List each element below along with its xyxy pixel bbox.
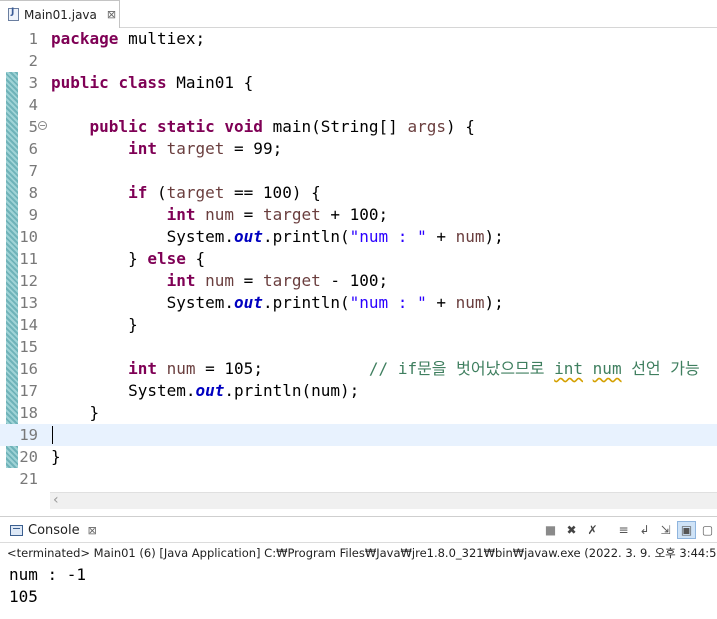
code-editor[interactable]: J Main01.java ⊠ 1 package multiex; 2 3 p… (0, 0, 717, 512)
code-line: 2 (0, 50, 717, 72)
line-number: 1 (28, 30, 38, 48)
horizontal-scrollbar[interactable]: ‹ (50, 492, 717, 509)
code-text: int target = 99; (128, 139, 283, 158)
console-tab-label: Console (28, 522, 80, 538)
pin-console-icon[interactable]: ⇲ (656, 521, 675, 539)
code-line: 17 System.out.println(num); (0, 380, 717, 402)
code-text: } (89, 403, 100, 422)
code-line: 8 if (target == 100) { (0, 182, 717, 204)
code-line: 1 package multiex; (0, 28, 717, 50)
code-line: 20 } (0, 446, 717, 468)
code-text: } else { (128, 249, 206, 268)
code-text: int num = target + 100; (166, 205, 389, 224)
line-number: 5 (28, 118, 38, 136)
remove-all-terminated-icon[interactable]: ✗ (583, 521, 602, 539)
line-number: 4 (28, 96, 38, 114)
code-text: System.out.println(num); (128, 381, 360, 400)
code-line: 10 System.out.println("num : " + num); (0, 226, 717, 248)
code-line-current: 19 (0, 424, 717, 446)
editor-tab-main01[interactable]: J Main01.java ⊠ (0, 0, 120, 28)
code-line: 6 int target = 99; (0, 138, 717, 160)
line-number: 14 (19, 316, 38, 334)
line-number: 8 (28, 184, 38, 202)
console-tab-bar: Console ⊠ ■ ✖ ✗ ≡ ↲ ⇲ ▣ ▢ (0, 517, 717, 543)
code-comment: // if문을 벗어났으므로 int num 선언 가능 (368, 359, 700, 378)
line-number: 17 (19, 382, 38, 400)
line-number: 15 (19, 338, 38, 356)
code-line: 16 int num = 105; // if문을 벗어났으므로 int num… (0, 358, 717, 380)
code-text: System.out.println("num : " + num); (166, 293, 504, 312)
line-number: 2 (28, 52, 38, 70)
code-line: 21 (0, 468, 717, 490)
code-line: 18 } (0, 402, 717, 424)
line-number: 7 (28, 162, 38, 180)
line-number: 11 (19, 250, 38, 268)
text-caret (52, 426, 53, 444)
console-output-line: num : -1 (9, 565, 87, 584)
editor-tab-label: Main01.java (24, 7, 97, 22)
line-number: 20 (19, 448, 38, 466)
line-number: 18 (19, 404, 38, 422)
console-output-line: 105 (9, 587, 38, 606)
code-line: 13 System.out.println("num : " + num); (0, 292, 717, 314)
code-line: 5 − public static void main(String[] arg… (0, 116, 717, 138)
line-number: 3 (28, 74, 38, 92)
java-file-icon: J (8, 7, 19, 21)
line-number: 19 (19, 426, 38, 444)
code-text: System.out.println("num : " + num); (166, 227, 504, 246)
code-text: public static void main(String[] args) { (89, 117, 475, 136)
code-line: 4 (0, 94, 717, 116)
console-toolbar: ■ ✖ ✗ ≡ ↲ ⇲ ▣ ▢ (541, 521, 717, 539)
console-tab[interactable]: Console ⊠ (0, 517, 97, 543)
code-text: int num = 105; // if문을 벗어났으므로 int num 선언… (128, 359, 700, 378)
line-number: 16 (19, 360, 38, 378)
scroll-left-icon[interactable]: ‹ (53, 492, 59, 508)
line-number: 13 (19, 294, 38, 312)
code-text: int num = target - 100; (166, 271, 389, 290)
scroll-lock-icon[interactable]: ≡ (614, 521, 633, 539)
code-text: if (target == 100) { (128, 183, 321, 202)
code-line: 9 int num = target + 100; (0, 204, 717, 226)
code-text: } (128, 315, 138, 334)
close-icon[interactable]: ⊠ (107, 8, 116, 21)
console-icon (10, 524, 23, 536)
line-number: 21 (19, 470, 38, 488)
code-line: 14 } (0, 314, 717, 336)
close-icon[interactable]: ⊠ (88, 524, 97, 537)
line-number: 9 (28, 206, 38, 224)
open-console-icon[interactable]: ▢ (698, 521, 717, 539)
code-line: 15 (0, 336, 717, 358)
code-text: package multiex; (51, 29, 206, 48)
toolbar-separator (604, 521, 612, 539)
word-wrap-icon[interactable]: ↲ (635, 521, 654, 539)
code-line: 3 public class Main01 { (0, 72, 717, 94)
code-line: 7 (0, 160, 717, 182)
display-selected-console-icon[interactable]: ▣ (677, 521, 696, 539)
terminate-icon[interactable]: ■ (541, 521, 560, 539)
code-line: 11 } else { (0, 248, 717, 270)
line-number: 12 (19, 272, 38, 290)
line-number: 6 (28, 140, 38, 158)
editor-tab-bar: J Main01.java ⊠ (0, 0, 717, 28)
code-line: 12 int num = target - 100; (0, 270, 717, 292)
console-view: Console ⊠ ■ ✖ ✗ ≡ ↲ ⇲ ▣ ▢ <terminated> M… (0, 516, 717, 619)
code-text: public class Main01 { (51, 73, 254, 92)
console-status: <terminated> Main01 (6) [Java Applicatio… (7, 546, 717, 560)
code-text: } (51, 447, 61, 466)
fold-collapse-icon[interactable]: − (38, 121, 47, 130)
remove-launch-icon[interactable]: ✖ (562, 521, 581, 539)
line-number: 10 (19, 228, 38, 246)
